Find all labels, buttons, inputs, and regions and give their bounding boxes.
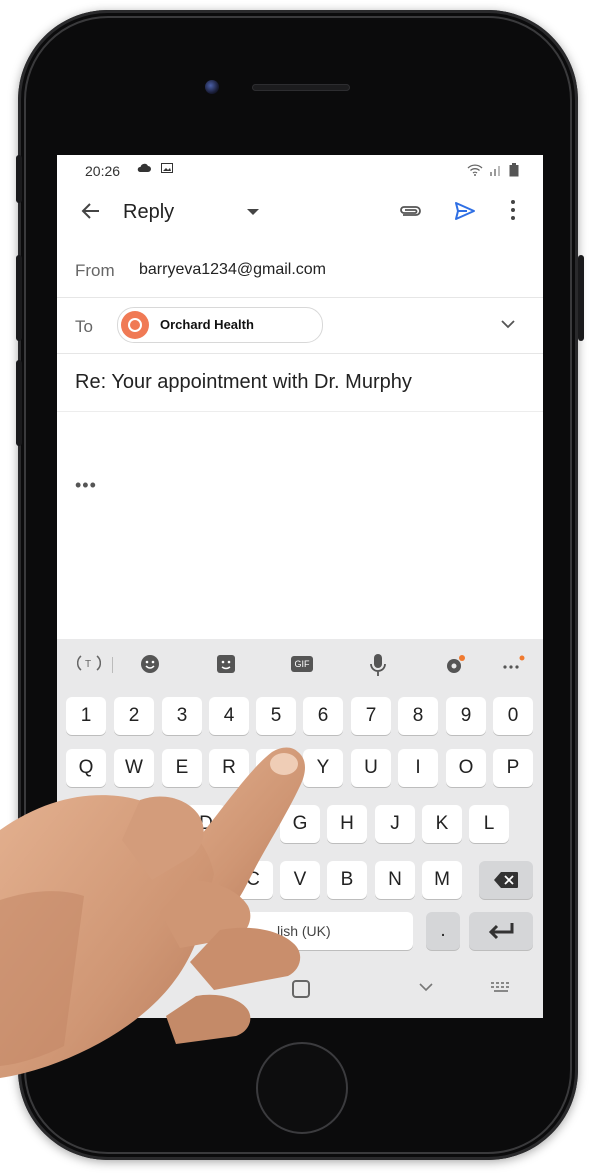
backspace-icon [494,872,518,888]
key-o[interactable]: O [446,749,486,787]
system-nav-bar [57,962,543,1018]
wifi-icon [467,164,483,176]
sticker-icon[interactable] [215,653,237,675]
to-row[interactable]: To Orchard Health [57,297,543,354]
earpiece-speaker [252,84,350,91]
key-e[interactable]: E [162,749,202,787]
key-1[interactable]: 1 [66,697,106,735]
quoted-text-toggle[interactable]: ••• [75,475,97,496]
subject-row[interactable]: Re: Your appointment with Dr. Murphy [57,353,543,412]
recipient-avatar [121,311,149,339]
status-bar: 20:26 [57,155,543,185]
cloud-icon [137,163,151,172]
expand-chevron-icon[interactable] [501,319,515,329]
space-bar[interactable]: lish (UK) [207,912,413,950]
key-v[interactable]: V [280,861,320,899]
space-bar-language-label: lish (UK) [277,923,331,939]
key-l[interactable]: L [469,805,509,843]
more-vert-icon[interactable] [509,197,517,223]
nav-home-icon[interactable] [292,980,310,998]
key-d[interactable]: D [186,805,226,843]
emoji-icon[interactable] [139,653,161,675]
mute-switch [16,155,22,203]
key-8[interactable]: 8 [398,697,438,735]
key-u[interactable]: U [351,749,391,787]
key-k[interactable]: K [422,805,462,843]
from-row[interactable]: From barryeva1234@gmail.com [57,241,543,298]
key-m[interactable]: M [422,861,462,899]
key-0[interactable]: 0 [493,697,533,735]
settings-gear-icon[interactable] [443,653,467,677]
chevron-down-icon[interactable] [247,209,259,215]
key-h[interactable]: H [327,805,367,843]
battery-icon [509,163,519,177]
to-label: To [75,317,93,336]
key-g[interactable]: G [280,805,320,843]
compose-mode-title[interactable]: Reply [123,201,174,224]
key-i[interactable]: I [398,749,438,787]
from-label: From [75,261,115,280]
app-bar: Reply [57,185,543,241]
key-r[interactable]: R [209,749,249,787]
status-icons [467,163,519,177]
status-time: 20:26 [85,163,121,179]
front-camera [205,80,219,94]
toolbar-divider [112,657,113,673]
key-b[interactable]: B [327,861,367,899]
key-3[interactable]: 3 [162,697,202,735]
keyboard-switch-icon[interactable] [491,982,513,994]
keyboard-toolbar: T GIF [57,639,543,689]
from-address[interactable]: barryeva1234@gmail.com [139,261,326,279]
signal-icon [490,166,500,176]
key-7[interactable]: 7 [351,697,391,735]
soft-keyboard: T GIF 1 2 3 4 5 6 7 8 9 0 Q W E R T Y U … [57,639,543,1018]
microphone-icon[interactable] [369,653,387,677]
recipient-chip[interactable]: Orchard Health [117,307,323,343]
volume-up-button [16,255,22,341]
send-icon[interactable] [453,199,477,223]
recipient-name: Orchard Health [160,317,254,332]
key-n[interactable]: N [375,861,415,899]
key-6[interactable]: 6 [303,697,343,735]
key-q[interactable]: Q [66,749,106,787]
key-p[interactable]: P [493,749,533,787]
svg-text:T: T [85,659,91,670]
image-icon [161,163,173,173]
backspace-key[interactable] [479,861,533,899]
key-t[interactable]: T [256,749,296,787]
key-2[interactable]: 2 [114,697,154,735]
key-5[interactable]: 5 [256,697,296,735]
key-4[interactable]: 4 [209,697,249,735]
home-button[interactable] [256,1042,348,1134]
volume-down-button [16,360,22,446]
paperclip-icon[interactable] [397,201,423,221]
gif-button[interactable]: GIF [291,656,313,672]
more-options-icon[interactable] [501,653,527,675]
power-button [578,255,584,341]
key-y[interactable]: Y [303,749,343,787]
key-j[interactable]: J [375,805,415,843]
enter-icon [488,923,514,940]
translate-icon[interactable]: T [77,653,101,673]
period-key[interactable]: . [426,912,460,950]
nav-hide-keyboard-icon[interactable] [419,982,433,992]
phone-screen: 20:26 Reply From barryeva1234@gmail.com … [57,155,543,1018]
key-w[interactable]: W [114,749,154,787]
enter-key[interactable] [469,912,533,950]
key-9[interactable]: 9 [446,697,486,735]
back-arrow-icon[interactable] [79,199,103,223]
key-c[interactable]: C [233,861,273,899]
subject-field[interactable]: Re: Your appointment with Dr. Murphy [75,371,412,394]
